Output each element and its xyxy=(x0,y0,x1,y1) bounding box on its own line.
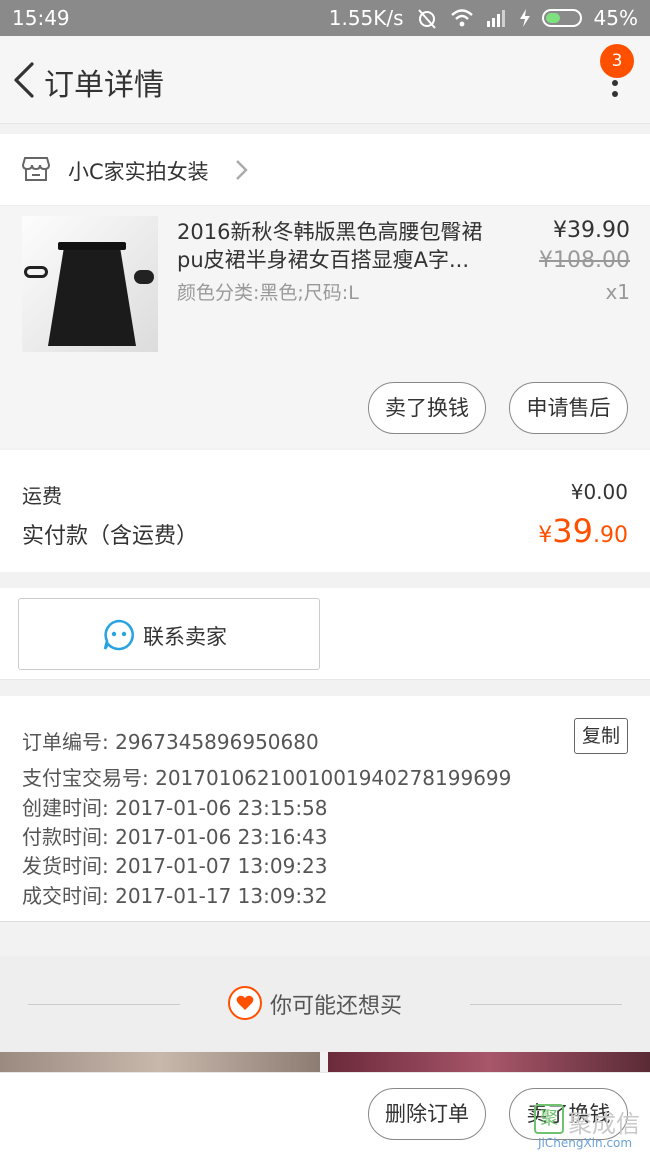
created-time: 创建时间: 2017-01-06 23:15:58 xyxy=(22,796,328,820)
product-spec: 颜色分类:黑色;尺码:L xyxy=(177,282,359,304)
product-title-line-2: pu皮裙半身裙女百搭显瘦A字... xyxy=(177,248,470,272)
nav-bar: 订单详情 xyxy=(0,36,650,124)
contact-section: 联系卖家 xyxy=(0,588,650,680)
paid-integer: 39 xyxy=(552,512,593,550)
watermark-text: 聚成信 xyxy=(568,1110,640,1138)
order-number: 订单编号: 2967345896950680 xyxy=(22,730,319,754)
product-title-line-1: 2016新秋冬韩版黑色高腰包臀裙 xyxy=(177,220,483,244)
shipped-time: 发货时间: 2017-01-07 13:09:23 xyxy=(22,854,328,878)
contact-seller-button[interactable]: 联系卖家 xyxy=(18,598,320,670)
watermark: 聚 聚成信 JiChengXin.com xyxy=(534,1104,648,1152)
watermark-url: JiChengXin.com xyxy=(538,1136,633,1150)
battery-icon xyxy=(541,9,582,27)
product-price: ¥39.90 xyxy=(553,218,630,243)
paid-amount: ¥39.90 xyxy=(538,512,628,550)
product-quantity: x1 xyxy=(605,280,630,304)
page-title: 订单详情 xyxy=(44,68,164,103)
shop-icon xyxy=(21,156,51,186)
contact-seller-label: 联系卖家 xyxy=(143,625,227,649)
paid-label: 实付款（含运费） xyxy=(22,524,199,549)
shop-name: 小C家实拍女装 xyxy=(68,160,209,184)
fee-summary: 运费 ¥0.00 实付款（含运费） ¥39.90 xyxy=(0,450,650,572)
belt-shape xyxy=(58,242,126,250)
divider-right xyxy=(470,1004,622,1005)
sunglasses-shape xyxy=(24,266,48,278)
wifi-icon xyxy=(450,8,474,28)
paid-time: 付款时间: 2017-01-06 23:16:43 xyxy=(22,825,328,849)
recommend-header: 你可能还想买 xyxy=(0,956,650,1052)
status-icons: 1.55K/s 45% xyxy=(329,6,638,30)
network-speed: 1.55K/s xyxy=(328,6,404,30)
product-original-price: ¥108.00 xyxy=(539,248,630,273)
copy-button[interactable]: 复制 xyxy=(574,718,628,754)
alipay-number: 支付宝交易号: 2017010621001001940278199699 xyxy=(22,766,512,790)
after-sale-button[interactable]: 申请售后 xyxy=(509,382,628,434)
battery-fill xyxy=(545,13,560,23)
charging-icon xyxy=(519,9,530,27)
watermark-logo: 聚 xyxy=(534,1104,564,1134)
order-info: 订单编号: 2967345896950680 复制 支付宝交易号: 201701… xyxy=(0,696,650,922)
paid-currency: ¥ xyxy=(538,523,553,548)
back-icon[interactable] xyxy=(10,58,40,102)
status-bar: 15:49 1.55K/s 45% xyxy=(0,0,650,36)
recommend-item-image[interactable] xyxy=(328,1052,650,1074)
notification-badge: 3 xyxy=(600,44,634,78)
completed-time: 成交时间: 2017-01-17 13:09:32 xyxy=(22,884,328,908)
delete-order-button[interactable]: 删除订单 xyxy=(368,1088,486,1140)
product-card: 2016新秋冬韩版黑色高腰包臀裙 pu皮裙半身裙女百搭显瘦A字... 颜色分类:… xyxy=(0,206,650,448)
sell-button[interactable]: 卖了换钱 xyxy=(368,382,486,434)
skirt-shape xyxy=(48,248,136,346)
recommend-item-image[interactable] xyxy=(0,1052,320,1074)
chevron-right-icon xyxy=(234,158,248,186)
shipping-label: 运费 xyxy=(22,484,62,508)
shop-row[interactable]: 小C家实拍女装 xyxy=(0,134,650,206)
shipping-value: ¥0.00 xyxy=(570,480,628,504)
product-title[interactable]: 2016新秋冬韩版黑色高腰包臀裙 pu皮裙半身裙女百搭显瘦A字... xyxy=(177,218,497,274)
sunglasses-shape-2 xyxy=(134,270,154,284)
heart-icon xyxy=(228,986,262,1020)
status-time: 15:49 xyxy=(12,6,70,30)
chat-bubble-icon xyxy=(103,619,135,655)
recommend-title: 你可能还想买 xyxy=(270,994,403,1019)
alarm-off-icon xyxy=(416,7,438,29)
signal-icon xyxy=(486,9,508,27)
paid-decimal: .90 xyxy=(593,523,628,548)
divider-left xyxy=(28,1004,180,1005)
product-thumbnail[interactable] xyxy=(22,216,158,352)
battery-percent: 45% xyxy=(593,6,638,30)
